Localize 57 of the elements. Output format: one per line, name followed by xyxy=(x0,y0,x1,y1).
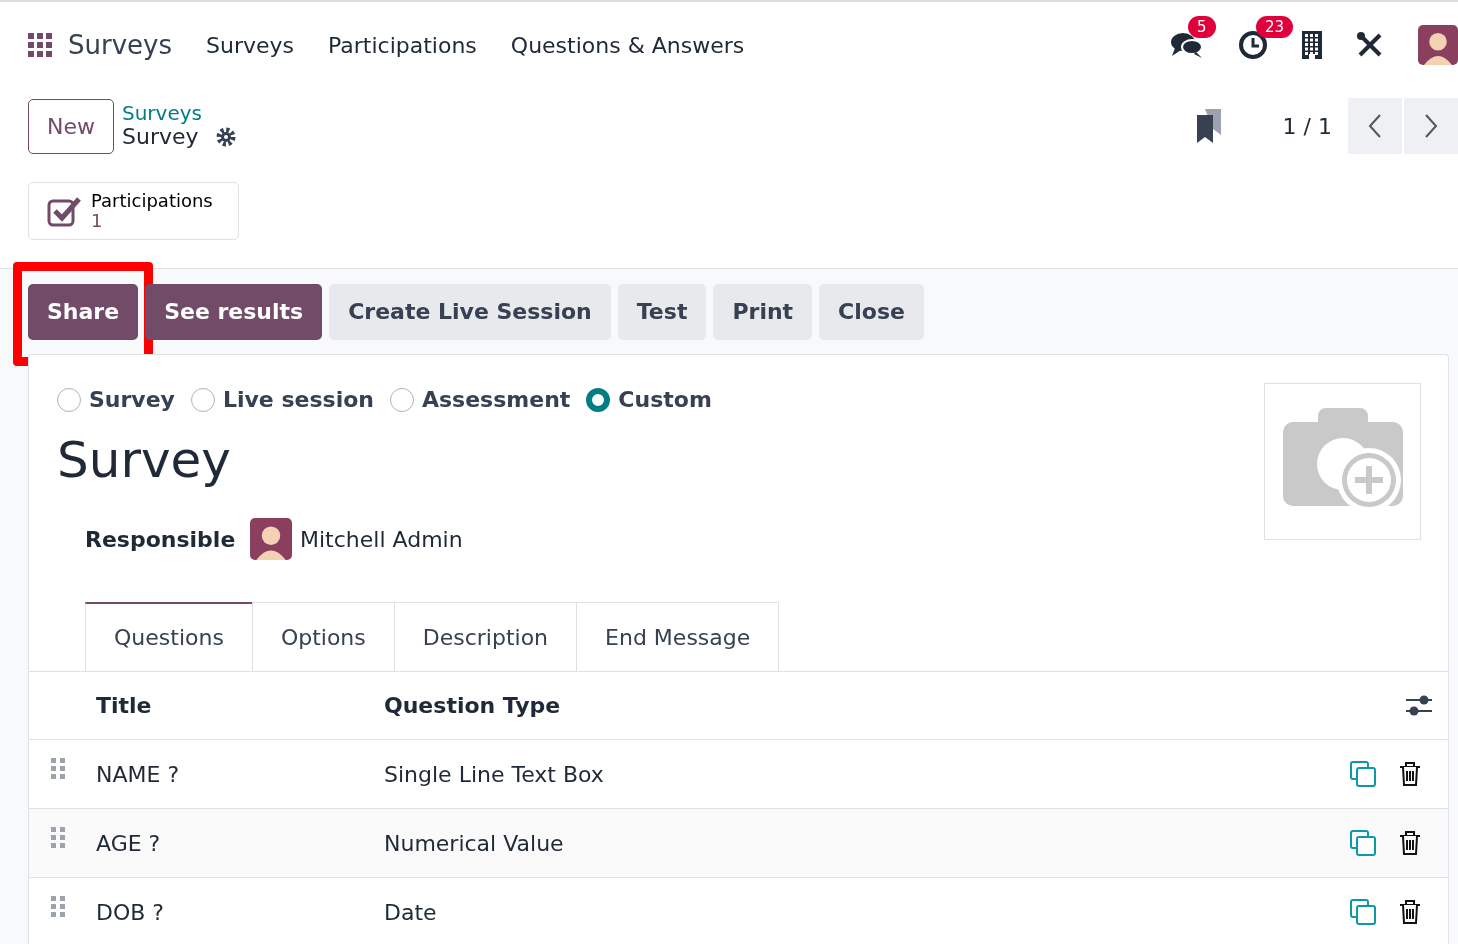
trash-icon[interactable] xyxy=(1400,900,1420,924)
trash-icon[interactable] xyxy=(1400,831,1420,855)
survey-type-option[interactable]: Assessment xyxy=(390,383,571,416)
action-button[interactable]: Test xyxy=(617,283,707,340)
drag-handle-icon[interactable] xyxy=(51,895,65,918)
bookmark-icon[interactable] xyxy=(1196,109,1221,143)
user-avatar xyxy=(250,518,292,560)
menu-item[interactable]: Participations xyxy=(328,28,477,62)
app-title: Surveys xyxy=(68,28,172,62)
copy-icon[interactable] xyxy=(1350,899,1376,925)
breadcrumb-current: Survey xyxy=(122,123,199,151)
column-header: Title xyxy=(95,692,153,720)
clock-icon[interactable] xyxy=(1238,30,1268,60)
chat-icon[interactable] xyxy=(1170,30,1204,60)
responsible-label: Responsible xyxy=(85,525,237,554)
chevron-left-icon xyxy=(1368,113,1382,139)
action-button[interactable]: Print xyxy=(713,283,813,340)
action-button[interactable]: See results xyxy=(145,283,323,340)
question-type: Single Line Text Box xyxy=(384,760,605,789)
tab[interactable]: End Message xyxy=(576,602,780,671)
building-icon[interactable] xyxy=(1302,31,1322,59)
new-button[interactable]: New xyxy=(28,98,114,154)
question-type: Numerical Value xyxy=(384,829,565,858)
drag-handle-icon[interactable] xyxy=(51,826,65,849)
survey-title: Survey xyxy=(57,430,231,490)
trash-icon[interactable] xyxy=(1400,762,1420,786)
copy-icon[interactable] xyxy=(1350,830,1376,856)
action-button[interactable]: Share xyxy=(28,283,139,340)
settings-sliders-icon[interactable] xyxy=(1406,694,1432,717)
notification-count: 5 xyxy=(1188,16,1216,38)
chevron-right-icon xyxy=(1424,113,1438,139)
breadcrumb-link[interactable]: Surveys xyxy=(122,101,237,124)
participations-button[interactable]: Participations 1 xyxy=(28,182,239,240)
drag-handle-icon[interactable] xyxy=(51,757,65,780)
survey-type-option[interactable]: Custom xyxy=(586,383,712,416)
responsible-name: Mitchell Admin xyxy=(300,525,463,554)
action-button[interactable]: Close xyxy=(819,283,924,340)
survey-type-option[interactable]: Live session xyxy=(190,383,374,416)
participations-count: 1 xyxy=(91,211,103,231)
user-avatar[interactable] xyxy=(1418,25,1458,65)
menu-item[interactable]: Surveys xyxy=(206,28,294,62)
tab[interactable]: Questions xyxy=(85,602,253,671)
participations-label: Participations xyxy=(91,191,213,211)
menu-item[interactable]: Questions & Answers xyxy=(510,28,745,62)
apps-menu-icon[interactable] xyxy=(28,33,52,57)
survey-type-option[interactable]: Survey xyxy=(57,383,175,416)
action-button[interactable]: Create Live Session xyxy=(329,283,611,340)
column-header: Question Type xyxy=(384,692,562,720)
question-title: DOB ? xyxy=(96,899,165,925)
pager-value: 1 / 1 xyxy=(1282,112,1332,141)
copy-icon[interactable] xyxy=(1350,761,1376,787)
notification-count: 23 xyxy=(1256,16,1294,38)
question-title: NAME ? xyxy=(96,761,180,787)
settings-icon[interactable] xyxy=(214,126,237,148)
checkbox-icon xyxy=(47,195,81,227)
question-title: AGE ? xyxy=(96,830,161,856)
question-type: Date xyxy=(384,898,438,927)
